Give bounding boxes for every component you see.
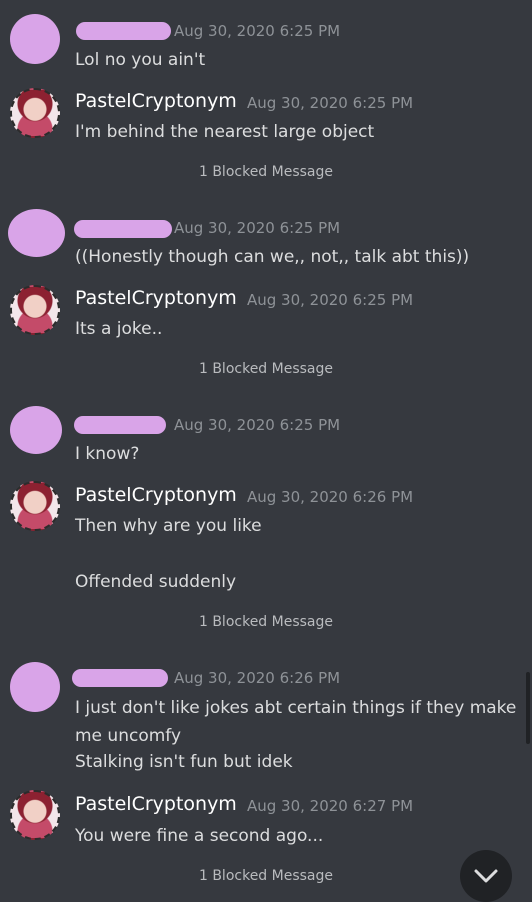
message-text: I'm behind the nearest large object	[75, 122, 375, 142]
message-timestamp: Aug 30, 2020 6:25 PM	[247, 291, 414, 309]
message-text: I just don't like jokes abt certain thin…	[75, 698, 517, 718]
message-text: ((Honestly though can we,, not,, talk ab…	[75, 247, 470, 267]
chevron-down-icon	[474, 869, 498, 883]
message-text: Offended suddenly	[75, 572, 237, 592]
blocked-message[interactable]: 1 Blocked Message	[0, 614, 532, 630]
message-author[interactable]: PastelCryptonym	[75, 90, 237, 112]
avatar[interactable]	[10, 481, 60, 531]
redacted-username	[72, 669, 168, 687]
avatar[interactable]	[10, 662, 60, 712]
scrollbar-thumb[interactable]	[526, 672, 530, 744]
redacted-username	[74, 416, 166, 434]
message-timestamp: Aug 30, 2020 6:25 PM	[174, 416, 341, 434]
message-author[interactable]: PastelCryptonym	[75, 287, 237, 309]
message-text: You were fine a second ago...	[75, 826, 324, 846]
message-text: Its a joke..	[75, 319, 163, 339]
blocked-message[interactable]: 1 Blocked Message	[0, 868, 532, 884]
avatar[interactable]	[10, 790, 60, 840]
message-timestamp: Aug 30, 2020 6:26 PM	[247, 488, 414, 506]
message-timestamp: Aug 30, 2020 6:26 PM	[174, 669, 341, 687]
avatar[interactable]	[10, 14, 60, 64]
avatar[interactable]	[10, 406, 62, 454]
redacted-username	[76, 22, 171, 40]
message-text: Lol no you ain't	[75, 50, 206, 70]
avatar[interactable]	[10, 285, 60, 335]
message-timestamp: Aug 30, 2020 6:27 PM	[247, 797, 414, 815]
message-timestamp: Aug 30, 2020 6:25 PM	[174, 22, 341, 40]
message-author[interactable]: PastelCryptonym	[75, 793, 237, 815]
message-author[interactable]: PastelCryptonym	[75, 484, 237, 506]
message-timestamp: Aug 30, 2020 6:25 PM	[174, 219, 341, 237]
message-text: Then why are you like	[75, 516, 262, 536]
blocked-message[interactable]: 1 Blocked Message	[0, 361, 532, 377]
message-text: I know?	[75, 444, 140, 464]
jump-to-bottom-button[interactable]	[460, 850, 512, 902]
message-timestamp: Aug 30, 2020 6:25 PM	[247, 94, 414, 112]
message-text: Stalking isn't fun but idek	[75, 752, 293, 772]
message-text: me uncomfy	[75, 726, 182, 746]
avatar[interactable]	[10, 88, 60, 138]
redacted-username	[74, 220, 172, 238]
avatar[interactable]	[8, 209, 65, 257]
blocked-message[interactable]: 1 Blocked Message	[0, 164, 532, 180]
